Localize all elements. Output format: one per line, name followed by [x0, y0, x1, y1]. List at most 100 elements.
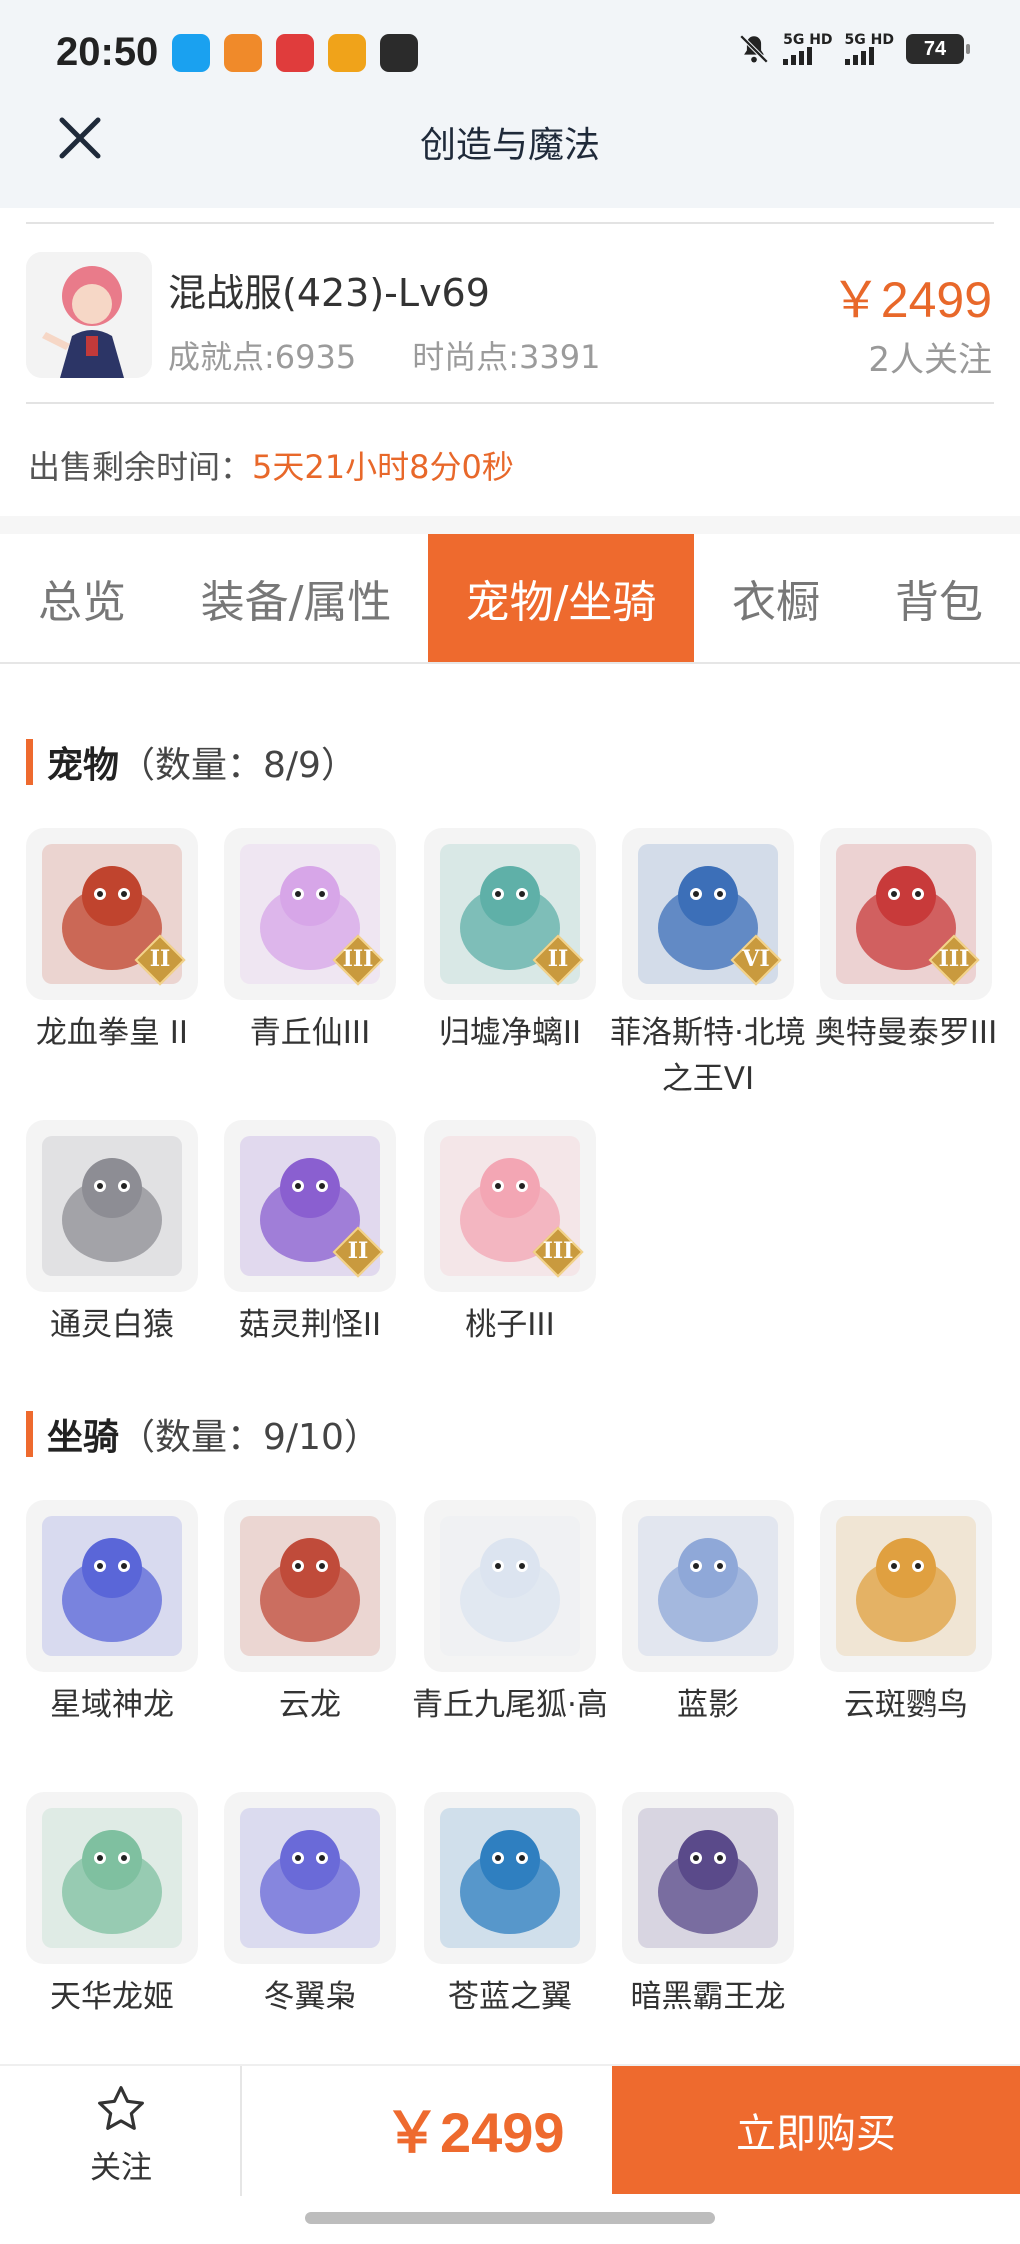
item-tile[interactable] [26, 1792, 198, 1964]
character-stats: 成就点:6935 时尚点:3391 [168, 332, 600, 378]
item-name: 菲洛斯特·北境之王VI [610, 1015, 806, 1097]
buy-now-button[interactable]: 立即购买 [612, 2066, 1020, 2194]
item-name: 蓝影 [677, 1687, 739, 1723]
character-portrait-icon [26, 252, 152, 378]
pets-title: 宠物 [47, 745, 120, 786]
grade-label: II [149, 946, 171, 972]
section-marker [26, 1411, 33, 1457]
creature-portrait-icon [240, 1516, 380, 1656]
section-marker [26, 739, 33, 785]
follow-button[interactable]: 关注 [0, 2066, 242, 2196]
grade-label: VI [742, 946, 770, 972]
item-name: 通灵白猿 [50, 1307, 174, 1343]
item-name: 天华龙姬 [50, 1979, 174, 2015]
item-tile[interactable] [26, 1120, 198, 1292]
item-name: 星域神龙 [50, 1687, 174, 1723]
qq-icon [172, 34, 210, 72]
home-indicator[interactable] [305, 2212, 715, 2224]
item-name: 菇灵荆怪II [238, 1307, 382, 1343]
battery-indicator: 74 [906, 34, 970, 64]
creature-portrait-icon [440, 1516, 580, 1656]
item-tile[interactable]: II [224, 1120, 396, 1292]
mounts-section-title: 坐骑 （数量：9/10） [26, 1408, 380, 1460]
grade-label: III [542, 1238, 574, 1264]
grade-badge: VI [730, 934, 782, 986]
item-tile[interactable]: VI [622, 828, 794, 1000]
status-app-icons [172, 34, 418, 72]
signal-2: 5G HD [844, 33, 894, 65]
mounts-title: 坐骑 [47, 1417, 120, 1458]
grade-badge: III [928, 934, 980, 986]
creature-portrait-icon [836, 1516, 976, 1656]
grade-badge: III [332, 934, 384, 986]
item-name: 云龙 [279, 1687, 341, 1723]
grade-label: III [342, 946, 374, 972]
item-tile[interactable] [424, 1792, 596, 1964]
tab-overview[interactable]: 总览 [0, 534, 164, 662]
item-name: 云斑鹦鸟 [844, 1687, 968, 1723]
item-tile[interactable]: III [424, 1120, 596, 1292]
tab-equipment[interactable]: 装备/属性 [164, 534, 428, 662]
signal-bars-icon [783, 47, 832, 65]
grade-badge: II [332, 1226, 384, 1278]
item-name: 龙血拳皇 II [35, 1015, 189, 1051]
status-time: 20:50 [56, 30, 159, 74]
item-tile[interactable] [622, 1792, 794, 1964]
item-tile[interactable] [424, 1500, 596, 1672]
network-type-1: 5G HD [783, 32, 833, 48]
creature-portrait-icon [638, 1808, 778, 1948]
item-tile[interactable]: II [26, 828, 198, 1000]
follower-count: 2人关注 [868, 340, 992, 380]
grade-label: II [347, 1238, 369, 1264]
creature-portrait-icon [240, 1808, 380, 1948]
item-tile[interactable]: II [424, 828, 596, 1000]
creature-portrait-icon [42, 1808, 182, 1948]
item-tile[interactable] [26, 1500, 198, 1672]
item-tile[interactable]: III [224, 828, 396, 1000]
tab-backpack[interactable]: 背包 [858, 534, 1020, 662]
creature-portrait-icon [42, 1136, 182, 1276]
item-name: 青丘九尾狐·高 [412, 1687, 608, 1723]
store-icon [224, 34, 262, 72]
weibo-icon [328, 34, 366, 72]
remain-label: 出售剩余时间： [28, 448, 253, 486]
server-level: 混战服(423)-Lv69 [168, 271, 490, 315]
signal-bars-icon [844, 47, 894, 65]
item-name: 桃子III [465, 1307, 555, 1343]
detail-tabs: 总览 装备/属性 宠物/坐骑 衣橱 背包 [0, 534, 1020, 664]
grade-badge: II [532, 934, 584, 986]
page-title: 创造与魔法 [419, 125, 600, 166]
achievement-points: 成就点:6935 [168, 338, 357, 376]
item-name: 暗黑霸王龙 [630, 1979, 786, 2015]
character-avatar [26, 252, 152, 378]
tab-pets-mounts[interactable]: 宠物/坐骑 [428, 534, 694, 662]
item-tile[interactable] [224, 1792, 396, 1964]
item-tile[interactable] [820, 1500, 992, 1672]
item-tile[interactable]: III [820, 828, 992, 1000]
grade-label: III [938, 946, 970, 972]
signal-1: 5G HD [783, 32, 833, 65]
item-name: 归墟净螭II [438, 1015, 582, 1051]
divider [26, 222, 994, 224]
remain-value: 5天21小时8分0秒 [252, 448, 514, 486]
sale-remaining-time: 出售剩余时间：5天21小时8分0秒 [28, 442, 514, 488]
divider [26, 402, 994, 404]
creature-portrait-icon [638, 1516, 778, 1656]
item-name: 冬翼枭 [263, 1979, 357, 2015]
fashion-points: 时尚点:3391 [412, 338, 601, 376]
creature-portrait-icon [42, 1516, 182, 1656]
item-name: 奥特曼泰罗III [814, 1015, 998, 1051]
creature-portrait-icon [440, 1808, 580, 1948]
grade-badge: III [532, 1226, 584, 1278]
mounts-count: （数量：9/10） [119, 1417, 380, 1458]
follow-label: 关注 [90, 2150, 152, 2186]
item-tile[interactable] [622, 1500, 794, 1672]
item-tile[interactable] [224, 1500, 396, 1672]
tab-wardrobe[interactable]: 衣橱 [694, 534, 858, 662]
cat-icon [380, 34, 418, 72]
section-separator [0, 516, 1020, 534]
pets-section-title: 宠物 （数量：8/9） [26, 736, 357, 788]
pets-count: （数量：8/9） [119, 745, 357, 786]
top-header: 20:50 5G HD 5G HD 74 创造与魔法 [0, 0, 1020, 208]
bottom-price: ￥2499 [384, 2101, 565, 2164]
